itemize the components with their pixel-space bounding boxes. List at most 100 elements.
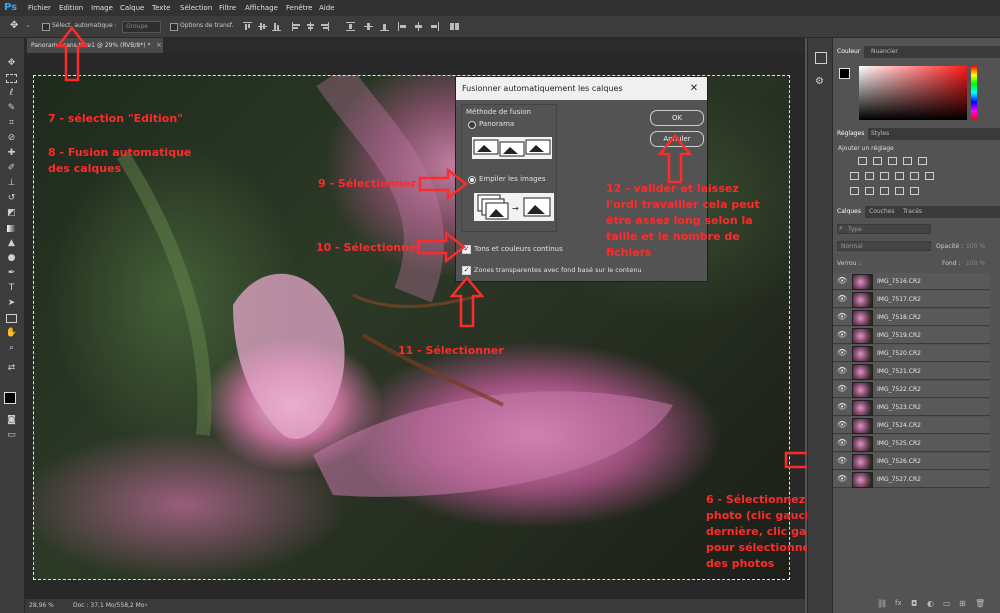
document-tab[interactable]: Panorama sans titre1 @ 29% (RVB/8*) * <box>27 38 163 53</box>
layer-row[interactable]: 👁 IMG_7527.CR2 <box>833 471 990 488</box>
fg-color-chip[interactable] <box>839 68 850 79</box>
eye-icon[interactable]: 👁 <box>837 385 847 393</box>
menu-edit[interactable]: Edition <box>59 0 83 16</box>
chevron-down-icon[interactable]: ⌄ <box>25 21 31 29</box>
layer-filter-dropdown[interactable]: Type <box>837 224 931 234</box>
screen-mode-icon[interactable]: ▭ <box>5 430 18 441</box>
vibrance-icon[interactable] <box>918 157 927 165</box>
layer-mask-icon[interactable]: ◘ <box>911 599 917 608</box>
align-top-icon[interactable] <box>243 22 252 31</box>
distribute-vcenter-icon[interactable] <box>364 22 373 31</box>
eye-icon[interactable]: 👁 <box>837 421 847 429</box>
eye-icon[interactable]: 👁 <box>837 475 847 483</box>
threshold-icon[interactable] <box>880 187 889 195</box>
layer-row[interactable]: 👁 IMG_7524.CR2 <box>833 417 990 434</box>
stack-images-radio[interactable] <box>468 176 476 184</box>
menu-help[interactable]: Aide <box>319 0 334 16</box>
eye-icon[interactable]: 👁 <box>837 349 847 357</box>
layer-style-icon[interactable]: fx <box>895 599 902 607</box>
distribute-right-icon[interactable] <box>430 22 439 31</box>
color-balance-icon[interactable] <box>865 172 874 180</box>
exposure-icon[interactable] <box>903 157 912 165</box>
ok-button[interactable]: OK <box>650 110 704 126</box>
clone-stamp-tool-icon[interactable]: ⊥ <box>5 178 18 189</box>
distribute-hcenter-icon[interactable] <box>414 22 423 31</box>
blend-mode-dropdown[interactable]: Normal <box>837 241 931 251</box>
menu-layer[interactable]: Calque <box>120 0 144 16</box>
eye-icon[interactable]: 👁 <box>837 439 847 447</box>
fill-value[interactable]: 100 % <box>966 260 985 267</box>
levels-icon[interactable] <box>873 157 882 165</box>
curves-icon[interactable] <box>888 157 897 165</box>
zoom-tool-icon[interactable]: ⌕ <box>5 343 18 354</box>
menu-filter[interactable]: Filtre <box>219 0 236 16</box>
eye-icon[interactable]: 👁 <box>837 367 847 375</box>
type-tool-icon[interactable]: T <box>5 283 18 294</box>
eye-icon[interactable]: 👁 <box>837 295 847 303</box>
align-hcenter-icon[interactable] <box>306 22 315 31</box>
adjustment-layer-icon[interactable]: ◐ <box>927 599 934 608</box>
menu-window[interactable]: Fenêtre <box>286 0 312 16</box>
crop-tool-icon[interactable]: ⌗ <box>5 118 18 129</box>
marquee-tool-icon[interactable] <box>5 73 18 84</box>
gradient-map-icon[interactable] <box>910 187 919 195</box>
tab-paths[interactable]: Tracés <box>899 206 926 218</box>
layer-row[interactable]: 👁 IMG_7525.CR2 <box>833 435 990 452</box>
shape-tool-icon[interactable] <box>5 313 18 324</box>
pen-tool-icon[interactable]: ✒ <box>5 268 18 279</box>
align-right-icon[interactable] <box>320 22 329 31</box>
distribute-top-icon[interactable] <box>346 22 355 31</box>
distribute-left-icon[interactable] <box>398 22 407 31</box>
layer-row[interactable]: 👁 IMG_7521.CR2 <box>833 363 990 380</box>
align-vcenter-icon[interactable] <box>258 22 267 31</box>
swap-colors-icon[interactable]: ⇄ <box>5 363 18 374</box>
eye-icon[interactable]: 👁 <box>837 457 847 465</box>
eraser-tool-icon[interactable]: ◩ <box>5 208 18 219</box>
move-tool-icon[interactable]: ✥ <box>10 20 18 32</box>
move-tool-icon[interactable]: ✥ <box>5 58 18 69</box>
menu-file[interactable]: Fichier <box>28 0 51 16</box>
layer-row[interactable]: 👁 IMG_7520.CR2 <box>833 345 990 362</box>
transparent-areas-checkbox[interactable]: ✓ <box>462 266 471 275</box>
history-brush-tool-icon[interactable]: ↺ <box>5 193 18 204</box>
layer-row[interactable]: 👁 IMG_7516.CR2 <box>833 273 990 290</box>
new-layer-icon[interactable]: ⊞ <box>959 599 966 608</box>
hand-tool-icon[interactable]: ✋ <box>5 328 18 339</box>
quick-mask-icon[interactable]: ◙ <box>5 415 18 426</box>
menu-image[interactable]: Image <box>91 0 113 16</box>
blur-tool-icon[interactable]: ▲ <box>5 238 18 249</box>
tab-channels[interactable]: Couches <box>865 206 899 218</box>
close-icon[interactable]: ✕ <box>687 77 701 100</box>
path-selection-tool-icon[interactable]: ➤ <box>5 298 18 309</box>
hue-slider[interactable] <box>971 66 977 120</box>
menu-type[interactable]: Texte <box>152 0 170 16</box>
zoom-level[interactable]: 28,96 % <box>29 602 54 609</box>
properties-panel-icon[interactable]: ⚙ <box>815 76 824 87</box>
eyedropper-tool-icon[interactable]: ⊘ <box>5 133 18 144</box>
align-bottom-icon[interactable] <box>272 22 281 31</box>
new-group-icon[interactable]: ▭ <box>943 599 951 608</box>
foreground-color-swatch[interactable] <box>4 392 16 404</box>
menu-view[interactable]: Affichage <box>245 0 278 16</box>
layer-row[interactable]: 👁 IMG_7526.CR2 <box>833 453 990 470</box>
tab-swatches[interactable]: Nuancier <box>867 46 902 58</box>
eye-icon[interactable]: 👁 <box>837 277 847 285</box>
quick-select-tool-icon[interactable]: ✎ <box>5 103 18 114</box>
hue-saturation-icon[interactable] <box>850 172 859 180</box>
auto-select-dropdown[interactable]: Groupe <box>122 21 161 33</box>
layer-row[interactable]: 👁 IMG_7522.CR2 <box>833 381 990 398</box>
panorama-radio[interactable] <box>468 121 476 129</box>
posterize-icon[interactable] <box>865 187 874 195</box>
link-layers-icon[interactable]: ⛓ <box>877 599 887 608</box>
eye-icon[interactable]: 👁 <box>837 313 847 321</box>
history-panel-icon[interactable] <box>815 52 827 64</box>
selective-color-icon[interactable] <box>895 187 904 195</box>
menu-select[interactable]: Sélection <box>180 0 212 16</box>
align-left-icon[interactable] <box>292 22 301 31</box>
delete-layer-icon[interactable]: 🗑 <box>975 599 985 608</box>
tab-styles[interactable]: Styles <box>867 128 893 140</box>
gradient-tool-icon[interactable] <box>5 223 18 234</box>
transform-controls-checkbox[interactable] <box>170 23 178 31</box>
brush-tool-icon[interactable]: ✐ <box>5 163 18 174</box>
status-menu-arrow-icon[interactable]: › <box>145 601 148 609</box>
